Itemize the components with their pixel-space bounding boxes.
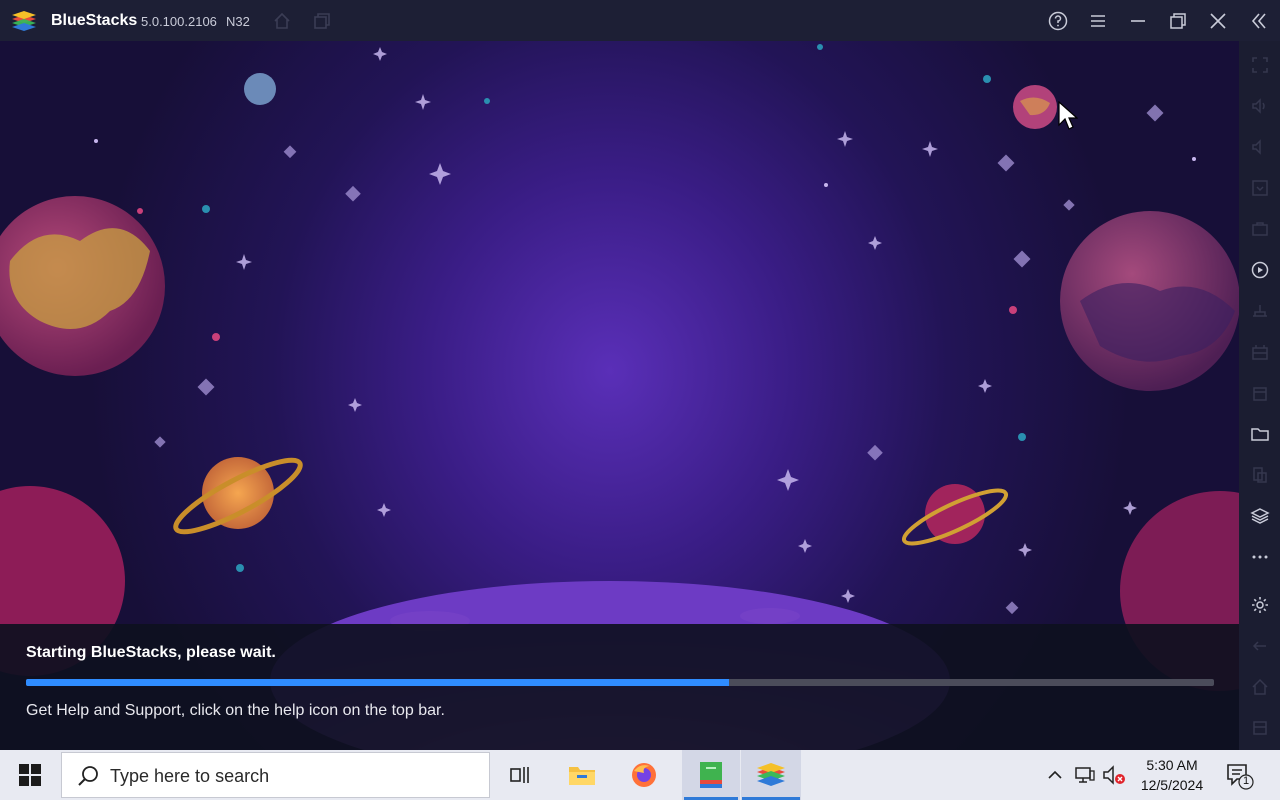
close-icon[interactable] xyxy=(1206,9,1230,33)
install-apk-icon[interactable] xyxy=(1247,298,1272,323)
start-button[interactable] xyxy=(0,750,60,800)
clock-time: 5:30 AM xyxy=(1146,757,1198,773)
help-hint-text: Get Help and Support, click on the help … xyxy=(26,702,445,719)
screen-icon[interactable] xyxy=(1247,175,1272,200)
mouse-cursor xyxy=(1058,101,1078,130)
home-icon[interactable] xyxy=(270,9,294,33)
network-icon xyxy=(1075,767,1095,783)
minimize-icon[interactable] xyxy=(1126,9,1150,33)
layers-icon[interactable] xyxy=(1247,503,1272,528)
progress-bar xyxy=(26,679,1214,686)
multi-instance-manager-icon[interactable] xyxy=(1247,462,1272,487)
fullscreen-icon[interactable] xyxy=(1247,52,1272,77)
app-installer-button[interactable] xyxy=(682,750,740,800)
windows-logo-icon xyxy=(19,764,41,786)
taskbar: 5:30 AM 12/5/2024 1 xyxy=(0,750,1280,800)
show-hidden-icons-button[interactable] xyxy=(1043,763,1067,787)
chevron-up-icon xyxy=(1048,770,1062,779)
emulator-screen[interactable]: Starting BlueStacks, please wait. Get He… xyxy=(0,41,1239,750)
bluestacks-icon xyxy=(757,763,785,786)
search-input[interactable] xyxy=(110,763,470,789)
notification-count: 1 xyxy=(1242,775,1250,787)
volume-down-icon[interactable] xyxy=(1247,134,1272,159)
macro-record-icon[interactable] xyxy=(1247,257,1272,282)
volume-up-icon[interactable] xyxy=(1247,93,1272,118)
help-icon[interactable] xyxy=(1046,9,1070,33)
volume-button[interactable] xyxy=(1102,763,1126,787)
progress-bar-fill xyxy=(26,679,730,686)
multi-instance-icon[interactable] xyxy=(310,9,334,33)
media-folder-icon[interactable] xyxy=(1247,421,1272,446)
app-title: BlueStacks xyxy=(51,12,138,29)
search-icon xyxy=(78,766,98,786)
restore-icon[interactable] xyxy=(1166,9,1190,33)
loading-title: Starting BlueStacks, please wait. xyxy=(26,644,276,661)
app-arch: N32 xyxy=(226,14,250,29)
location-icon[interactable] xyxy=(1247,380,1272,405)
recent-apps-icon[interactable] xyxy=(1247,715,1272,740)
task-view-icon xyxy=(510,767,529,783)
volume-muted-icon xyxy=(1103,765,1125,785)
app-version: 5.0.100.2106 xyxy=(141,14,217,29)
right-sidebar xyxy=(1239,41,1280,750)
file-explorer-button[interactable] xyxy=(553,750,611,800)
bluestacks-logo-icon xyxy=(11,9,37,33)
screenshot-icon[interactable] xyxy=(1247,339,1272,364)
firefox-icon xyxy=(632,763,656,787)
more-icon[interactable] xyxy=(1247,544,1272,569)
collapse-sidebar-icon[interactable] xyxy=(1247,9,1271,33)
taskbar-search-box[interactable] xyxy=(61,752,490,798)
notification-center-button[interactable]: 1 xyxy=(1224,762,1254,790)
bluestacks-taskbar-button[interactable] xyxy=(741,750,801,800)
app-installer-icon xyxy=(700,762,722,788)
loading-panel: Starting BlueStacks, please wait. Get He… xyxy=(0,624,1239,750)
clock-date: 12/5/2024 xyxy=(1140,777,1204,793)
task-view-button[interactable] xyxy=(491,750,549,800)
back-icon[interactable] xyxy=(1247,633,1272,658)
network-button[interactable] xyxy=(1073,763,1097,787)
android-home-icon[interactable] xyxy=(1247,674,1272,699)
firefox-button[interactable] xyxy=(615,750,673,800)
menu-icon[interactable] xyxy=(1086,9,1110,33)
keyboard-icon[interactable] xyxy=(1247,216,1272,241)
title-bar: BlueStacks 5.0.100.2106 N32 xyxy=(0,0,1280,41)
settings-icon[interactable] xyxy=(1247,592,1272,617)
file-explorer-icon xyxy=(569,767,595,785)
system-clock[interactable]: 5:30 AM 12/5/2024 xyxy=(1130,755,1214,795)
